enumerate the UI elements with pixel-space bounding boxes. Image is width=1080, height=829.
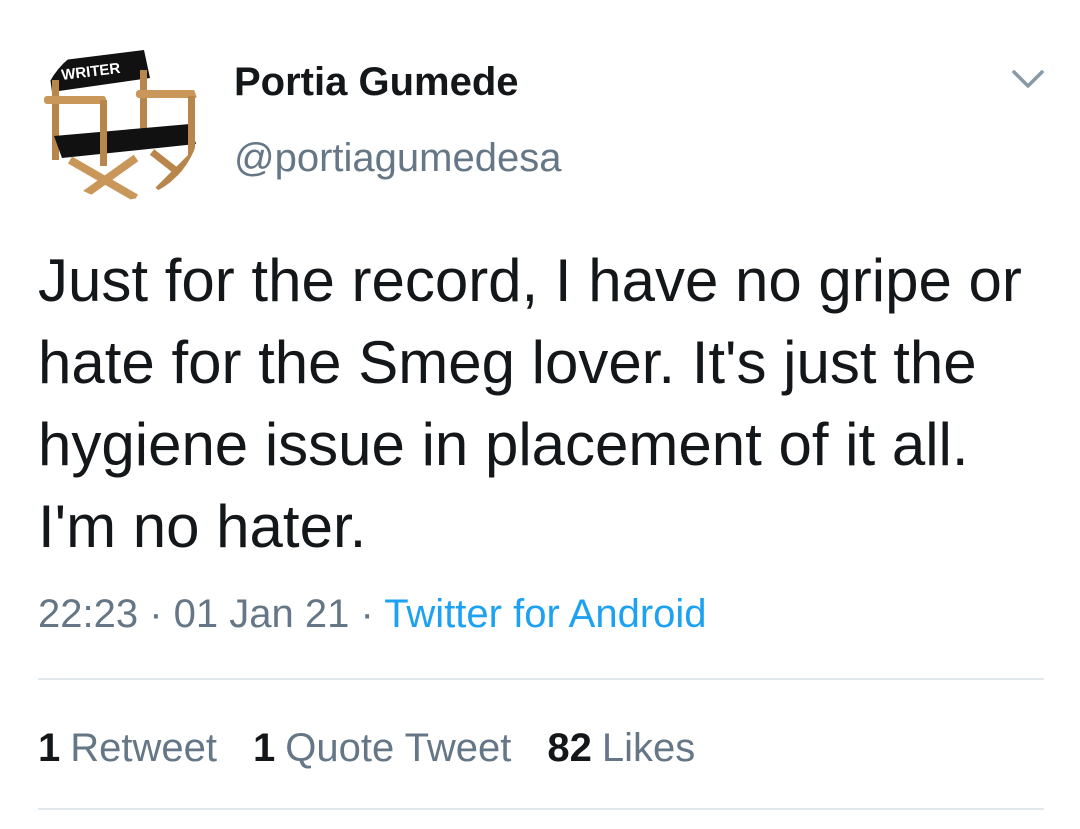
tweet-source-link[interactable]: Twitter for Android — [384, 592, 706, 636]
quote-tweets-stat[interactable]: 1 Quote Tweet — [253, 724, 511, 772]
directors-chair-icon: WRITER — [44, 50, 200, 200]
tweet-meta: 22:23 · 01 Jan 21 · Twitter for Android — [38, 590, 707, 638]
display-name[interactable]: Portia Gumede — [234, 58, 519, 106]
tweet-date[interactable]: 01 Jan 21 — [174, 592, 350, 636]
avatar[interactable]: WRITER — [40, 40, 200, 200]
quote-tweets-count: 1 — [253, 726, 276, 770]
retweets-count: 1 — [38, 726, 61, 770]
likes-label: Likes — [601, 726, 696, 770]
tweet-text: Just for the record, I have no gripe or … — [38, 247, 1022, 560]
retweets-label: Retweet — [70, 726, 217, 770]
tweet-time[interactable]: 22:23 — [38, 592, 138, 636]
likes-count: 82 — [547, 726, 592, 770]
divider — [38, 678, 1044, 680]
meta-separator: · — [138, 592, 174, 636]
tweet-menu-button[interactable] — [1008, 64, 1048, 94]
quote-tweets-label: Quote Tweet — [285, 726, 512, 770]
chevron-down-icon — [1012, 70, 1044, 88]
tweet-card: WRITER Portia Gumede @portiagumedesa Jus… — [0, 0, 1080, 829]
likes-stat[interactable]: 82 Likes — [547, 724, 695, 772]
user-handle[interactable]: @portiagumedesa — [234, 134, 561, 182]
meta-separator: · — [349, 592, 385, 636]
divider — [38, 808, 1044, 810]
retweets-stat[interactable]: 1 Retweet — [38, 724, 217, 772]
tweet-stats: 1 Retweet 1 Quote Tweet 82 Likes — [38, 724, 731, 772]
